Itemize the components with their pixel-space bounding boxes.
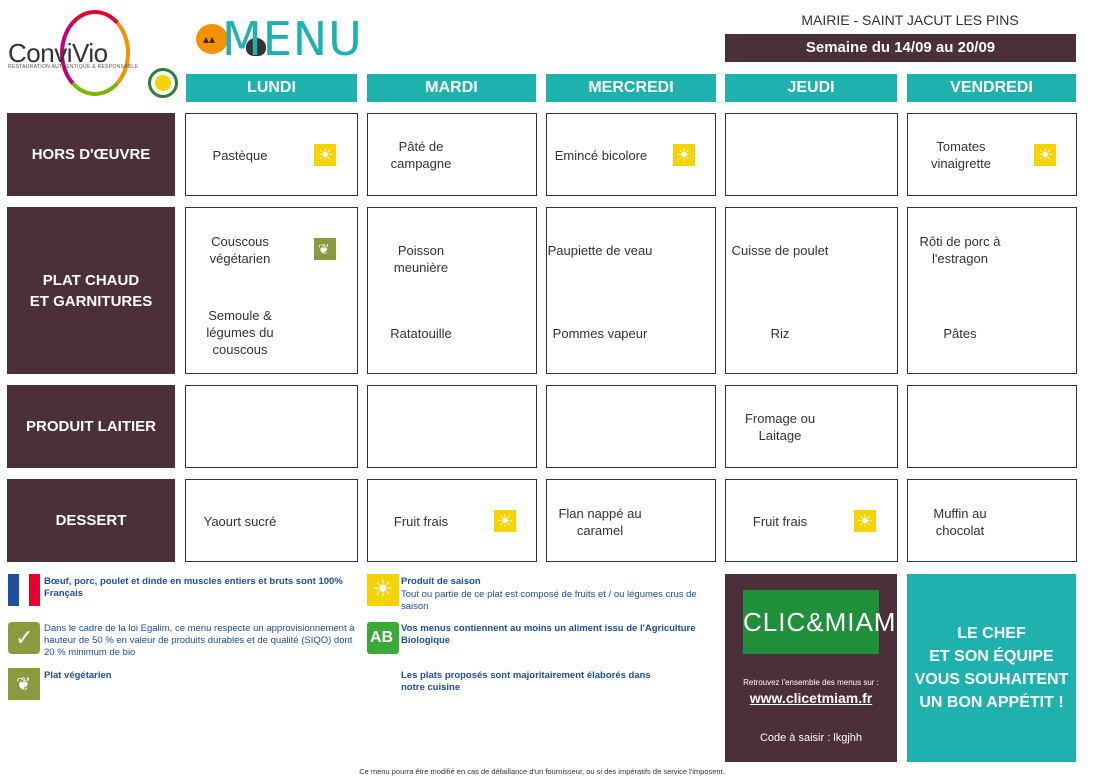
dish-plat-side-vendredi: Pâtes: [943, 326, 977, 341]
sun-icon: [1034, 144, 1056, 166]
legend-saison-text: Tout ou partie de ce plat est composé de…: [401, 589, 697, 612]
clicmiam-code: Code à saisir : lkgjhh: [759, 732, 863, 744]
dish-dessert-jeudi: Fruit frais: [752, 514, 808, 529]
legend-maison: Les plats proposés sont majoritairement …: [401, 670, 651, 693]
chef-message: LE CHEF ET SON ÉQUIPE VOUS SOUHAITENT UN…: [914, 625, 1069, 711]
pumpkin-face-icon: ▴▴: [203, 32, 216, 46]
dish-plat-main-jeudi: Cuisse de poulet: [731, 243, 829, 258]
dish-plat-side-mardi: Ratatouille: [390, 326, 452, 341]
row-label-dessert: DESSERT: [7, 479, 175, 562]
cell-laitier-mardi: [367, 385, 537, 468]
day-header-lundi: LUNDI: [186, 74, 357, 102]
quality-label-center: [155, 75, 171, 91]
dish-plat-main-vendredi: Rôti de porc à l'estragon: [919, 234, 1001, 266]
cell-plat-mercredi: [546, 207, 716, 374]
ab-icon: AB: [367, 622, 399, 654]
convivio-tagline: RESTAURATION AUTHENTIQUE & RESPONSABLE: [8, 64, 139, 70]
location-label: MAIRIE - SAINT JACUT LES PINS: [801, 12, 1019, 28]
cell-hors-oeuvre-jeudi: [725, 113, 898, 196]
dish-dessert-lundi: Yaourt sucré: [203, 514, 277, 529]
dish-dessert-vendredi: Muffin au chocolat: [933, 506, 987, 538]
day-header-jeudi: JEUDI: [725, 74, 897, 102]
leaf-icon: [314, 238, 336, 260]
sun-icon: [494, 510, 516, 532]
dish-plat-side-jeudi: Riz: [770, 326, 790, 341]
dish-plat-side-mercredi: Pommes vapeur: [552, 326, 648, 341]
check-icon: ✓: [8, 622, 40, 654]
dish-hors-oeuvre-mercredi: Emincé bicolore: [554, 148, 648, 163]
sun-icon: ☀: [367, 574, 399, 606]
cell-plat-mardi: [367, 207, 537, 374]
france-flag-icon: [8, 574, 41, 606]
dish-dessert-mercredi: Flan nappé au caramel: [558, 506, 642, 538]
cell-laitier-vendredi: [907, 385, 1077, 468]
dish-hors-oeuvre-lundi: Pastèque: [212, 148, 268, 163]
dish-plat-main-mercredi: Paupiette de veau: [547, 243, 653, 258]
page-title: MENU: [222, 12, 363, 66]
dish-plat-main-mardi: Poisson meunière: [393, 243, 449, 275]
legend-vegetarien: Plat végétarien: [44, 670, 112, 681]
row-label-hors-oeuvre: HORS D'ŒUVRE: [7, 113, 175, 196]
legend-egalim: Dans le cadre de la loi Egalim, ce menu …: [44, 623, 355, 658]
footer-disclaimer: Ce menu pourra être modifié en cas de dé…: [359, 767, 725, 776]
clicmiam-info: Retrouvez l'ensemble des menus sur :: [743, 678, 879, 687]
cell-laitier-mercredi: [546, 385, 716, 468]
sun-icon: [854, 510, 876, 532]
dish-hors-oeuvre-mardi: Pâté de campagne: [390, 139, 452, 171]
dish-laitier-jeudi: Fromage ou Laitage: [744, 411, 816, 443]
day-header-mardi: MARDI: [367, 74, 536, 102]
sun-icon: [673, 144, 695, 166]
dish-hors-oeuvre-vendredi: Tomates vinaigrette: [931, 139, 991, 171]
row-label-plat-chaud: PLAT CHAUD ET GARNITURES: [7, 207, 175, 374]
cell-laitier-lundi: [185, 385, 358, 468]
dish-plat-side-lundi: Semoule & légumes du couscous: [206, 308, 274, 357]
clicmiam-logo: CLIC&MIAM!: [743, 590, 904, 654]
day-header-vendredi: VENDREDI: [907, 74, 1076, 102]
legend-france: Bœuf, porc, poulet et dinde en muscles e…: [44, 576, 343, 599]
legend-saison-title: Produit de saison: [401, 576, 481, 587]
sun-icon: [314, 144, 336, 166]
dish-plat-main-lundi: Couscous végétarien: [209, 234, 271, 266]
chef-message-panel: LE CHEF ET SON ÉQUIPE VOUS SOUHAITENT UN…: [907, 574, 1076, 762]
day-header-mercredi: MERCREDI: [546, 74, 716, 102]
week-banner: Semaine du 14/09 au 20/09: [725, 34, 1076, 62]
cell-plat-jeudi: [725, 207, 898, 374]
leaf-icon: ❦: [8, 668, 40, 700]
clicmiam-link[interactable]: www.clicetmiam.fr: [725, 690, 897, 706]
row-label-produit-laitier: PRODUIT LAITIER: [7, 385, 175, 468]
dish-dessert-mardi: Fruit frais: [393, 514, 449, 529]
legend-bio: Vos menus contiennent au moins un alimen…: [401, 623, 696, 646]
